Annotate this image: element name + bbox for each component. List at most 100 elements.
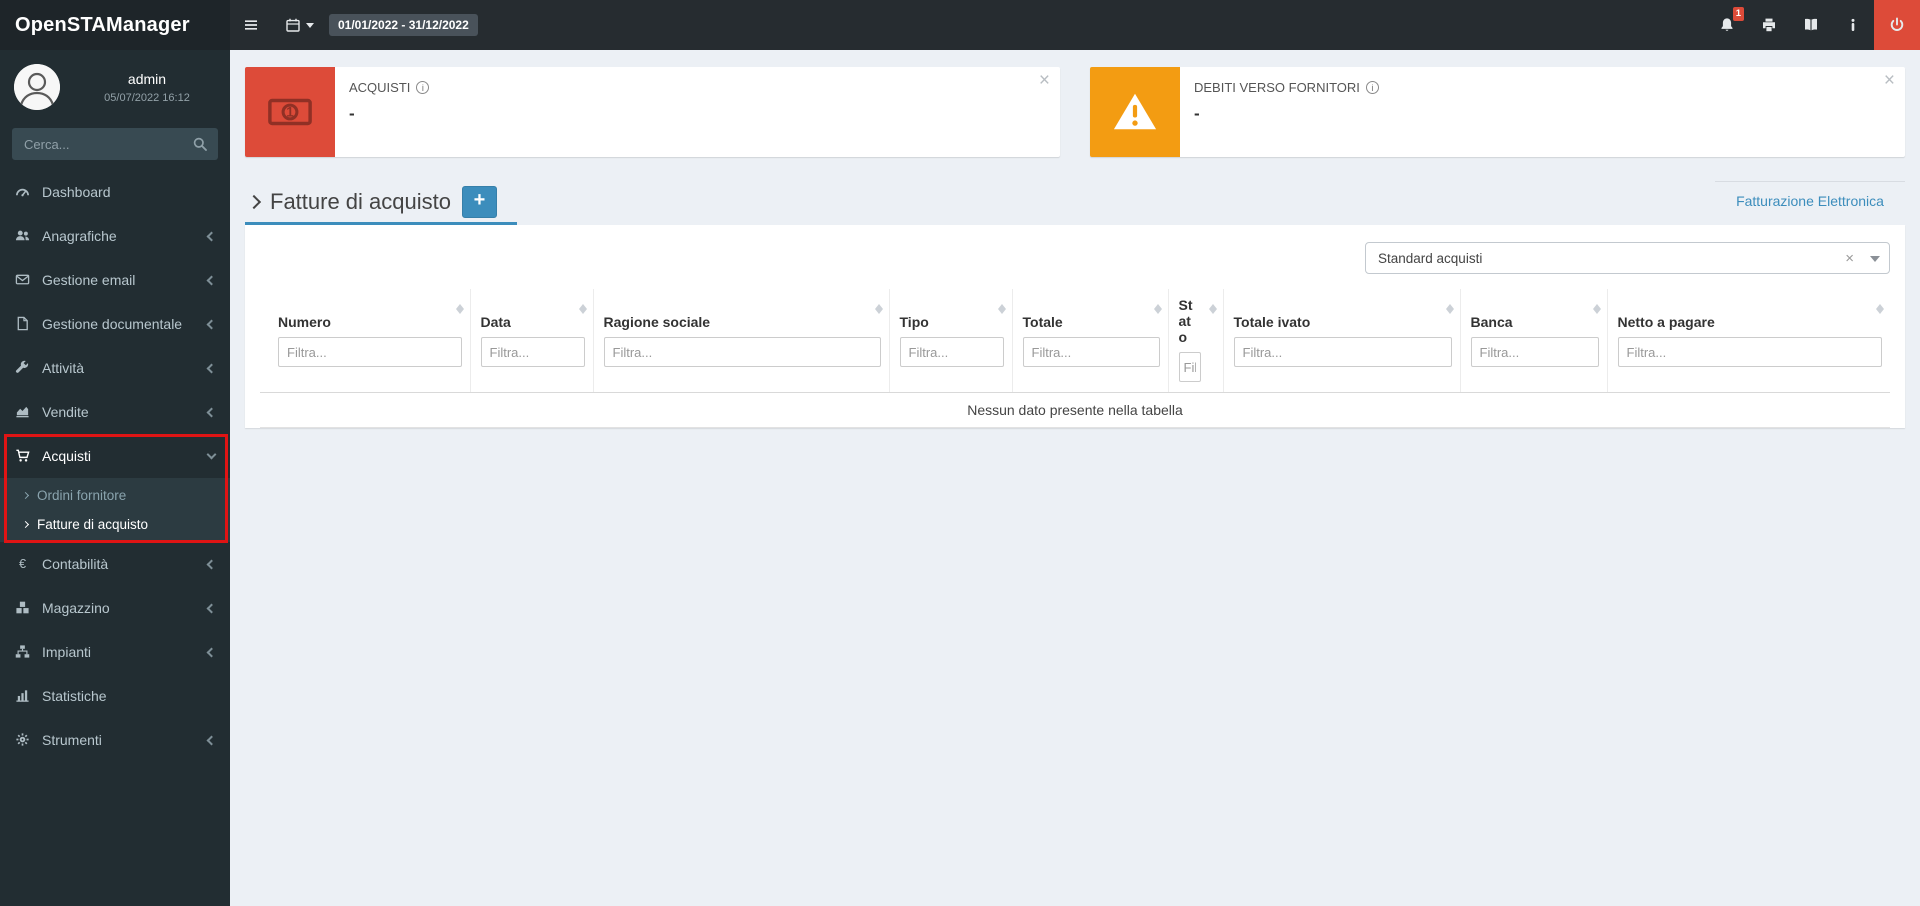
column-title: Totale xyxy=(1023,297,1160,330)
user-panel: admin 05/07/2022 16:12 xyxy=(0,50,230,120)
filter-input-banca[interactable] xyxy=(1470,337,1599,367)
sidebar-toggle-button[interactable] xyxy=(230,0,272,50)
logout-button[interactable] xyxy=(1874,0,1920,50)
info-box-value: - xyxy=(1194,104,1200,123)
app-logo-text: OpenSTAManager xyxy=(15,13,190,36)
filter-input-numero[interactable] xyxy=(278,337,462,367)
sidebar-item-dashboard[interactable]: Dashboard xyxy=(0,170,230,214)
book-icon xyxy=(1803,17,1819,33)
sort-icon[interactable] xyxy=(1208,300,1218,315)
column-header-ragione-sociale[interactable]: Ragione sociale xyxy=(593,289,890,394)
sidebar-item-gestione-documentale[interactable]: Gestione documentale xyxy=(0,302,230,346)
filter-input-stato[interactable] xyxy=(1178,352,1201,383)
column-title: Ragione sociale xyxy=(604,297,881,330)
sort-icon[interactable] xyxy=(1876,300,1885,315)
filter-input-tipo[interactable] xyxy=(899,337,1004,367)
docs-button[interactable] xyxy=(1790,0,1832,50)
sort-icon[interactable] xyxy=(1153,300,1163,315)
date-range-badge[interactable]: 01/01/2022 - 31/12/2022 xyxy=(329,14,478,36)
plus-icon: + xyxy=(473,189,486,211)
column-header-banca[interactable]: Banca xyxy=(1460,289,1608,394)
column-header-totale[interactable]: Totale xyxy=(1012,289,1169,394)
column-header-data[interactable]: Data xyxy=(470,289,594,394)
boxes-icon xyxy=(15,600,33,616)
app-logo[interactable]: OpenSTAManager xyxy=(0,0,230,50)
print-button[interactable] xyxy=(1748,0,1790,50)
info-boxes: 1 ACQUISTI - DEBITI VERSO FORNITORI - xyxy=(230,50,1920,157)
sidebar-item-impianti[interactable]: Impianti xyxy=(0,630,230,674)
sidebar-item-fatture-di-acquisto[interactable]: Fatture di acquisto xyxy=(0,510,230,539)
info-button[interactable] xyxy=(1832,0,1874,50)
top-navbar: OpenSTAManager 01/01/2022 - 31/12/2022 1 xyxy=(0,0,1920,50)
sidebar-item-anagrafiche[interactable]: Anagrafiche xyxy=(0,214,230,258)
gear-icon xyxy=(15,732,33,748)
column-header-numero[interactable]: Numero xyxy=(260,289,471,394)
menu-group-impianti: Impianti xyxy=(0,630,230,674)
sidebar-item-acquisti[interactable]: Acquisti xyxy=(0,434,230,478)
table-header-row: Numero Data Ragione sociale Tipo Totale Stato… xyxy=(260,289,1890,394)
tab-fatture-di-acquisto[interactable]: Fatture di acquisto + xyxy=(245,181,517,225)
column-header-stato[interactable]: Stato xyxy=(1168,289,1224,394)
sidebar-item-label: Strumenti xyxy=(42,732,102,748)
column-title-text: Totale ivato xyxy=(1233,313,1311,330)
tab-fatturazione-elettronica[interactable]: Fatturazione Elettronica xyxy=(1715,181,1905,220)
filter-input-data[interactable] xyxy=(480,337,585,367)
plugin-select[interactable]: Standard acquisti xyxy=(1365,242,1890,274)
menu-group-contabilit: € Contabilità xyxy=(0,542,230,586)
notification-count-badge: 1 xyxy=(1732,7,1744,21)
chevron-left-icon xyxy=(206,231,217,241)
calendar-button[interactable] xyxy=(272,0,327,50)
sidebar-item-contabilit[interactable]: € Contabilità xyxy=(0,542,230,586)
users-icon xyxy=(15,228,33,244)
tachometer-icon xyxy=(15,184,33,200)
notifications-button[interactable]: 1 xyxy=(1706,0,1748,50)
info-box-acquisti: 1 ACQUISTI - xyxy=(245,67,1060,157)
user-name: admin xyxy=(127,70,167,87)
column-header-netto-a-pagare[interactable]: Netto a pagare xyxy=(1607,289,1890,394)
column-header-totale-ivato[interactable]: Totale ivato xyxy=(1223,289,1461,394)
menu-group-acquisti: Acquisti Ordini fornitore Fatture di acqui… xyxy=(0,434,230,543)
sidebar-menu: Dashboard Anagrafiche Gestione email Gestio… xyxy=(0,170,230,762)
sort-icon[interactable] xyxy=(997,300,1007,315)
sort-icon[interactable] xyxy=(1445,300,1455,315)
avatar[interactable] xyxy=(14,64,60,110)
money-icon: 1 xyxy=(245,67,335,157)
column-title-text: Numero xyxy=(278,313,331,330)
document-icon xyxy=(15,316,33,332)
sidebar: admin 05/07/2022 16:12 Dashboard Anagrafi… xyxy=(0,50,230,906)
filter-input-totale[interactable] xyxy=(1022,337,1160,367)
sidebar-item-vendite[interactable]: Vendite xyxy=(0,390,230,434)
sidebar-item-strumenti[interactable]: Strumenti xyxy=(0,718,230,762)
sidebar-item-attivit[interactable]: Attività xyxy=(0,346,230,390)
chevron-left-icon xyxy=(206,647,217,657)
filter-input-totale-ivato[interactable] xyxy=(1233,337,1452,367)
sidebar-item-ordini-fornitore[interactable]: Ordini fornitore xyxy=(0,481,230,510)
sidebar-item-gestione-email[interactable]: Gestione email xyxy=(0,258,230,302)
sort-icon[interactable] xyxy=(578,300,588,315)
close-icon[interactable] xyxy=(1039,71,1050,90)
submenu-item-label: Ordini fornitore xyxy=(37,488,127,503)
info-box-label: DEBITI VERSO FORNITORI xyxy=(1194,80,1379,95)
sort-icon[interactable] xyxy=(874,300,884,315)
menu-group-magazzino: Magazzino xyxy=(0,586,230,630)
clear-selection-icon[interactable] xyxy=(1838,250,1861,267)
power-icon xyxy=(1889,17,1905,33)
empty-row: Nessun dato presente nella tabella xyxy=(260,392,1890,429)
filter-input-netto-a-pagare[interactable] xyxy=(1617,337,1882,367)
chevron-left-icon xyxy=(206,407,217,417)
column-header-tipo[interactable]: Tipo xyxy=(889,289,1013,394)
add-invoice-button[interactable]: + xyxy=(461,185,497,218)
tab-strip: Fatture di acquisto + Fatturazione Elett… xyxy=(230,181,1920,225)
close-icon[interactable] xyxy=(1884,71,1895,90)
sort-icon[interactable] xyxy=(455,300,465,315)
select-caret-icon[interactable] xyxy=(1861,243,1889,273)
search-input[interactable] xyxy=(12,128,182,160)
sort-icon[interactable] xyxy=(1592,300,1602,315)
filter-input-ragione-sociale[interactable] xyxy=(603,337,881,367)
search-button[interactable] xyxy=(182,128,218,160)
angle-right-icon xyxy=(21,491,30,500)
hamburger-icon xyxy=(243,17,259,33)
sidebar-item-magazzino[interactable]: Magazzino xyxy=(0,586,230,630)
user-info: admin 05/07/2022 16:12 xyxy=(76,71,218,104)
sidebar-item-statistiche[interactable]: Statistiche xyxy=(0,674,230,718)
